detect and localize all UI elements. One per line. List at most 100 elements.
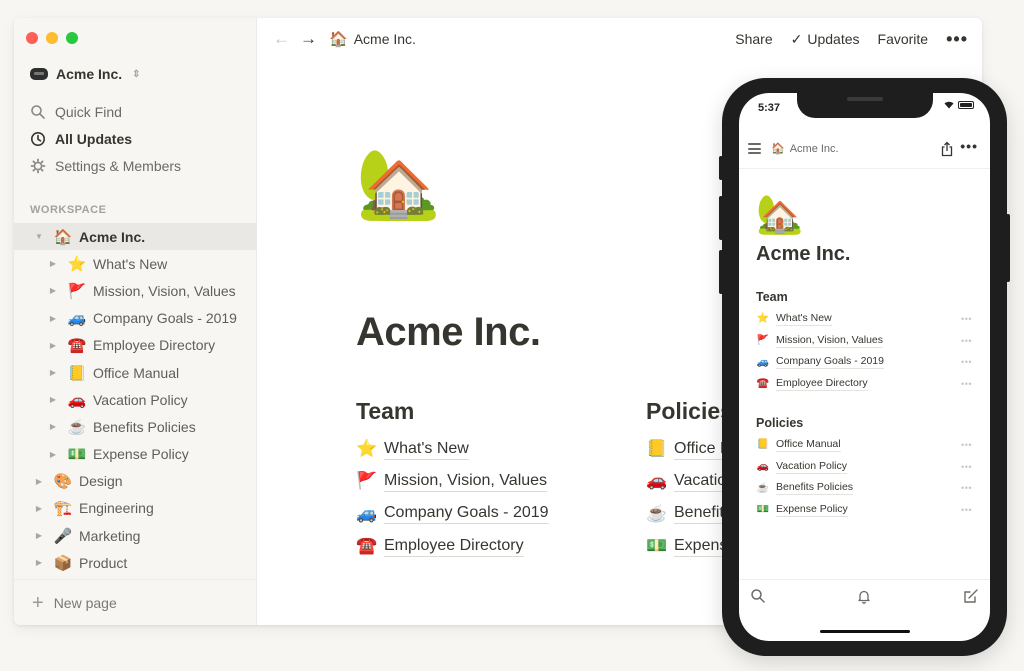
tree-item-vacation-policy[interactable]: ▶ 🚗 Vacation Policy (14, 386, 257, 413)
mobile-link-employee-directory[interactable]: ☎️ Employee Directory ••• (756, 373, 972, 395)
mobile-link-office-manual[interactable]: 📒 Office Manual ••• (756, 434, 972, 456)
zoom-window-button[interactable] (66, 32, 78, 44)
tree-item-whats-new[interactable]: ▶ ⭐ What's New (14, 250, 257, 277)
caret-right-icon[interactable]: ▶ (33, 531, 45, 540)
workspace-section-label: WORKSPACE (30, 204, 107, 216)
car-icon: 🚙 (756, 356, 770, 368)
wifi-icon (944, 101, 954, 109)
share-button[interactable]: Share (735, 31, 772, 47)
caret-right-icon[interactable]: ▶ (47, 395, 59, 404)
home-indicator[interactable] (820, 630, 910, 633)
row-more-icon[interactable]: ••• (961, 336, 972, 346)
sidebar-item-label: Settings & Members (55, 157, 182, 174)
mobile-breadcrumb[interactable]: 🏠 Acme Inc. (771, 142, 839, 156)
caret-right-icon[interactable]: ▶ (47, 450, 59, 459)
hamburger-menu-icon[interactable] (748, 141, 761, 157)
caret-right-icon[interactable]: ▶ (33, 504, 45, 513)
caret-down-icon[interactable]: ▼ (33, 232, 45, 241)
back-arrow-icon[interactable]: ← (273, 29, 290, 49)
caret-right-icon[interactable]: ▶ (47, 422, 59, 431)
phone-mockup: 5:37 🏠 Acme Inc. ••• 🏡 Acme Inc. Team ⭐ … (719, 78, 1010, 656)
row-more-icon[interactable]: ••• (961, 357, 972, 367)
new-page-button[interactable]: + New page (14, 579, 257, 625)
row-more-icon[interactable]: ••• (961, 483, 972, 493)
row-more-icon[interactable]: ••• (961, 505, 972, 515)
palette-icon: 🎨 (53, 473, 73, 491)
tree-item-label: Company Goals - 2019 (93, 310, 237, 327)
sidebar-item-label: All Updates (55, 130, 133, 147)
caret-right-icon[interactable]: ▶ (33, 558, 45, 567)
flag-icon: 🚩 (356, 471, 378, 491)
top-actions: Share ✓ Updates Favorite ••• (735, 18, 968, 60)
bell-icon[interactable] (856, 588, 872, 604)
caret-right-icon[interactable]: ▶ (47, 259, 59, 268)
mobile-link-vacation-policy[interactable]: 🚗 Vacation Policy ••• (756, 456, 972, 478)
mobile-team-section: Team ⭐ What's New ••• 🚩 Mission, Vision,… (756, 290, 972, 395)
compose-icon[interactable] (963, 588, 979, 604)
search-icon[interactable] (750, 588, 766, 604)
tree-item-engineering[interactable]: ▶ 🏗️ Engineering (14, 495, 257, 522)
mobile-link-whats-new[interactable]: ⭐ What's New ••• (756, 308, 972, 330)
mobile-link-company-goals[interactable]: 🚙 Company Goals - 2019 ••• (756, 351, 972, 373)
tree-item-company-goals[interactable]: ▶ 🚙 Company Goals - 2019 (14, 305, 257, 332)
row-more-icon[interactable]: ••• (961, 379, 972, 389)
page-icon-house[interactable]: 🏡 (356, 150, 441, 218)
mobile-link-expense-policy[interactable]: 💵 Expense Policy ••• (756, 499, 972, 521)
check-icon: ✓ (790, 30, 803, 47)
window-controls (26, 32, 78, 44)
workspace-switcher[interactable]: Acme Inc. ⇕ (30, 66, 141, 82)
tree-item-label: Employee Directory (93, 337, 216, 354)
row-more-icon[interactable]: ••• (961, 314, 972, 324)
mobile-more-icon[interactable]: ••• (960, 138, 978, 154)
page-title[interactable]: Acme Inc. (356, 310, 541, 355)
caret-right-icon[interactable]: ▶ (47, 341, 59, 350)
tree-item-employee-directory[interactable]: ▶ ☎️ Employee Directory (14, 332, 257, 359)
minimize-window-button[interactable] (46, 32, 58, 44)
page-link-employee-directory[interactable]: ☎️ Employee Directory (356, 530, 549, 562)
caret-right-icon[interactable]: ▶ (47, 368, 59, 377)
tree-item-marketing[interactable]: ▶ 🎤 Marketing (14, 522, 257, 549)
favorite-button[interactable]: Favorite (878, 31, 929, 47)
sidebar-item-settings[interactable]: Settings & Members (30, 152, 181, 179)
star-icon: ⭐ (67, 255, 87, 273)
page-link-whats-new[interactable]: ⭐ What's New (356, 433, 549, 465)
tree-item-label: Vacation Policy (93, 391, 188, 408)
caret-right-icon[interactable]: ▶ (47, 314, 59, 323)
telephone-icon: ☎️ (356, 536, 378, 556)
forward-arrow-icon[interactable]: → (300, 29, 317, 49)
mobile-link-benefits-policies[interactable]: ☕ Benefits Policies ••• (756, 477, 972, 499)
tree-item-design[interactable]: ▶ 🎨 Design (14, 468, 257, 495)
top-bar: ← → 🏠 Acme Inc. Share ✓ Updates Favorite … (257, 18, 982, 60)
mobile-link-label: What's New (776, 311, 832, 326)
row-more-icon[interactable]: ••• (961, 462, 972, 472)
share-icon[interactable] (940, 141, 954, 157)
page-link-label: Employee Directory (384, 536, 524, 557)
tree-item-label: Marketing (79, 527, 141, 544)
caret-right-icon[interactable]: ▶ (47, 286, 59, 295)
tree-item-mission[interactable]: ▶ 🚩 Mission, Vision, Values (14, 277, 257, 304)
tree-item-benefits-policies[interactable]: ▶ ☕ Benefits Policies (14, 413, 257, 440)
caret-right-icon[interactable]: ▶ (33, 477, 45, 486)
tree-item-product[interactable]: ▶ 📦 Product (14, 549, 257, 576)
mobile-link-mission[interactable]: 🚩 Mission, Vision, Values ••• (756, 330, 972, 352)
page-link-label: Company Goals - 2019 (384, 503, 549, 525)
sidebar-item-all-updates[interactable]: All Updates (30, 125, 181, 152)
tree-item-acme-inc[interactable]: ▼ 🏠 Acme Inc. (14, 223, 257, 251)
car-icon: 🚙 (67, 310, 87, 328)
money-icon: 💵 (646, 536, 668, 556)
close-window-button[interactable] (26, 32, 38, 44)
new-page-label: New page (53, 594, 117, 611)
updates-button[interactable]: ✓ Updates (791, 31, 860, 48)
mobile-link-label: Expense Policy (776, 502, 848, 517)
more-options-icon[interactable]: ••• (946, 29, 968, 50)
page-link-company-goals[interactable]: 🚙 Company Goals - 2019 (356, 498, 549, 530)
tree-item-office-manual[interactable]: ▶ 📒 Office Manual (14, 359, 257, 386)
tree-item-label: What's New (93, 255, 168, 272)
breadcrumb[interactable]: 🏠 Acme Inc. (329, 30, 416, 48)
tree-item-expense-policy[interactable]: ▶ 💵 Expense Policy (14, 441, 257, 468)
red-car-icon: 🚗 (646, 471, 668, 491)
page-link-mission[interactable]: 🚩 Mission, Vision, Values (356, 465, 549, 497)
sidebar-item-quick-find[interactable]: Quick Find (30, 98, 181, 125)
row-more-icon[interactable]: ••• (961, 440, 972, 450)
search-icon (31, 104, 45, 119)
